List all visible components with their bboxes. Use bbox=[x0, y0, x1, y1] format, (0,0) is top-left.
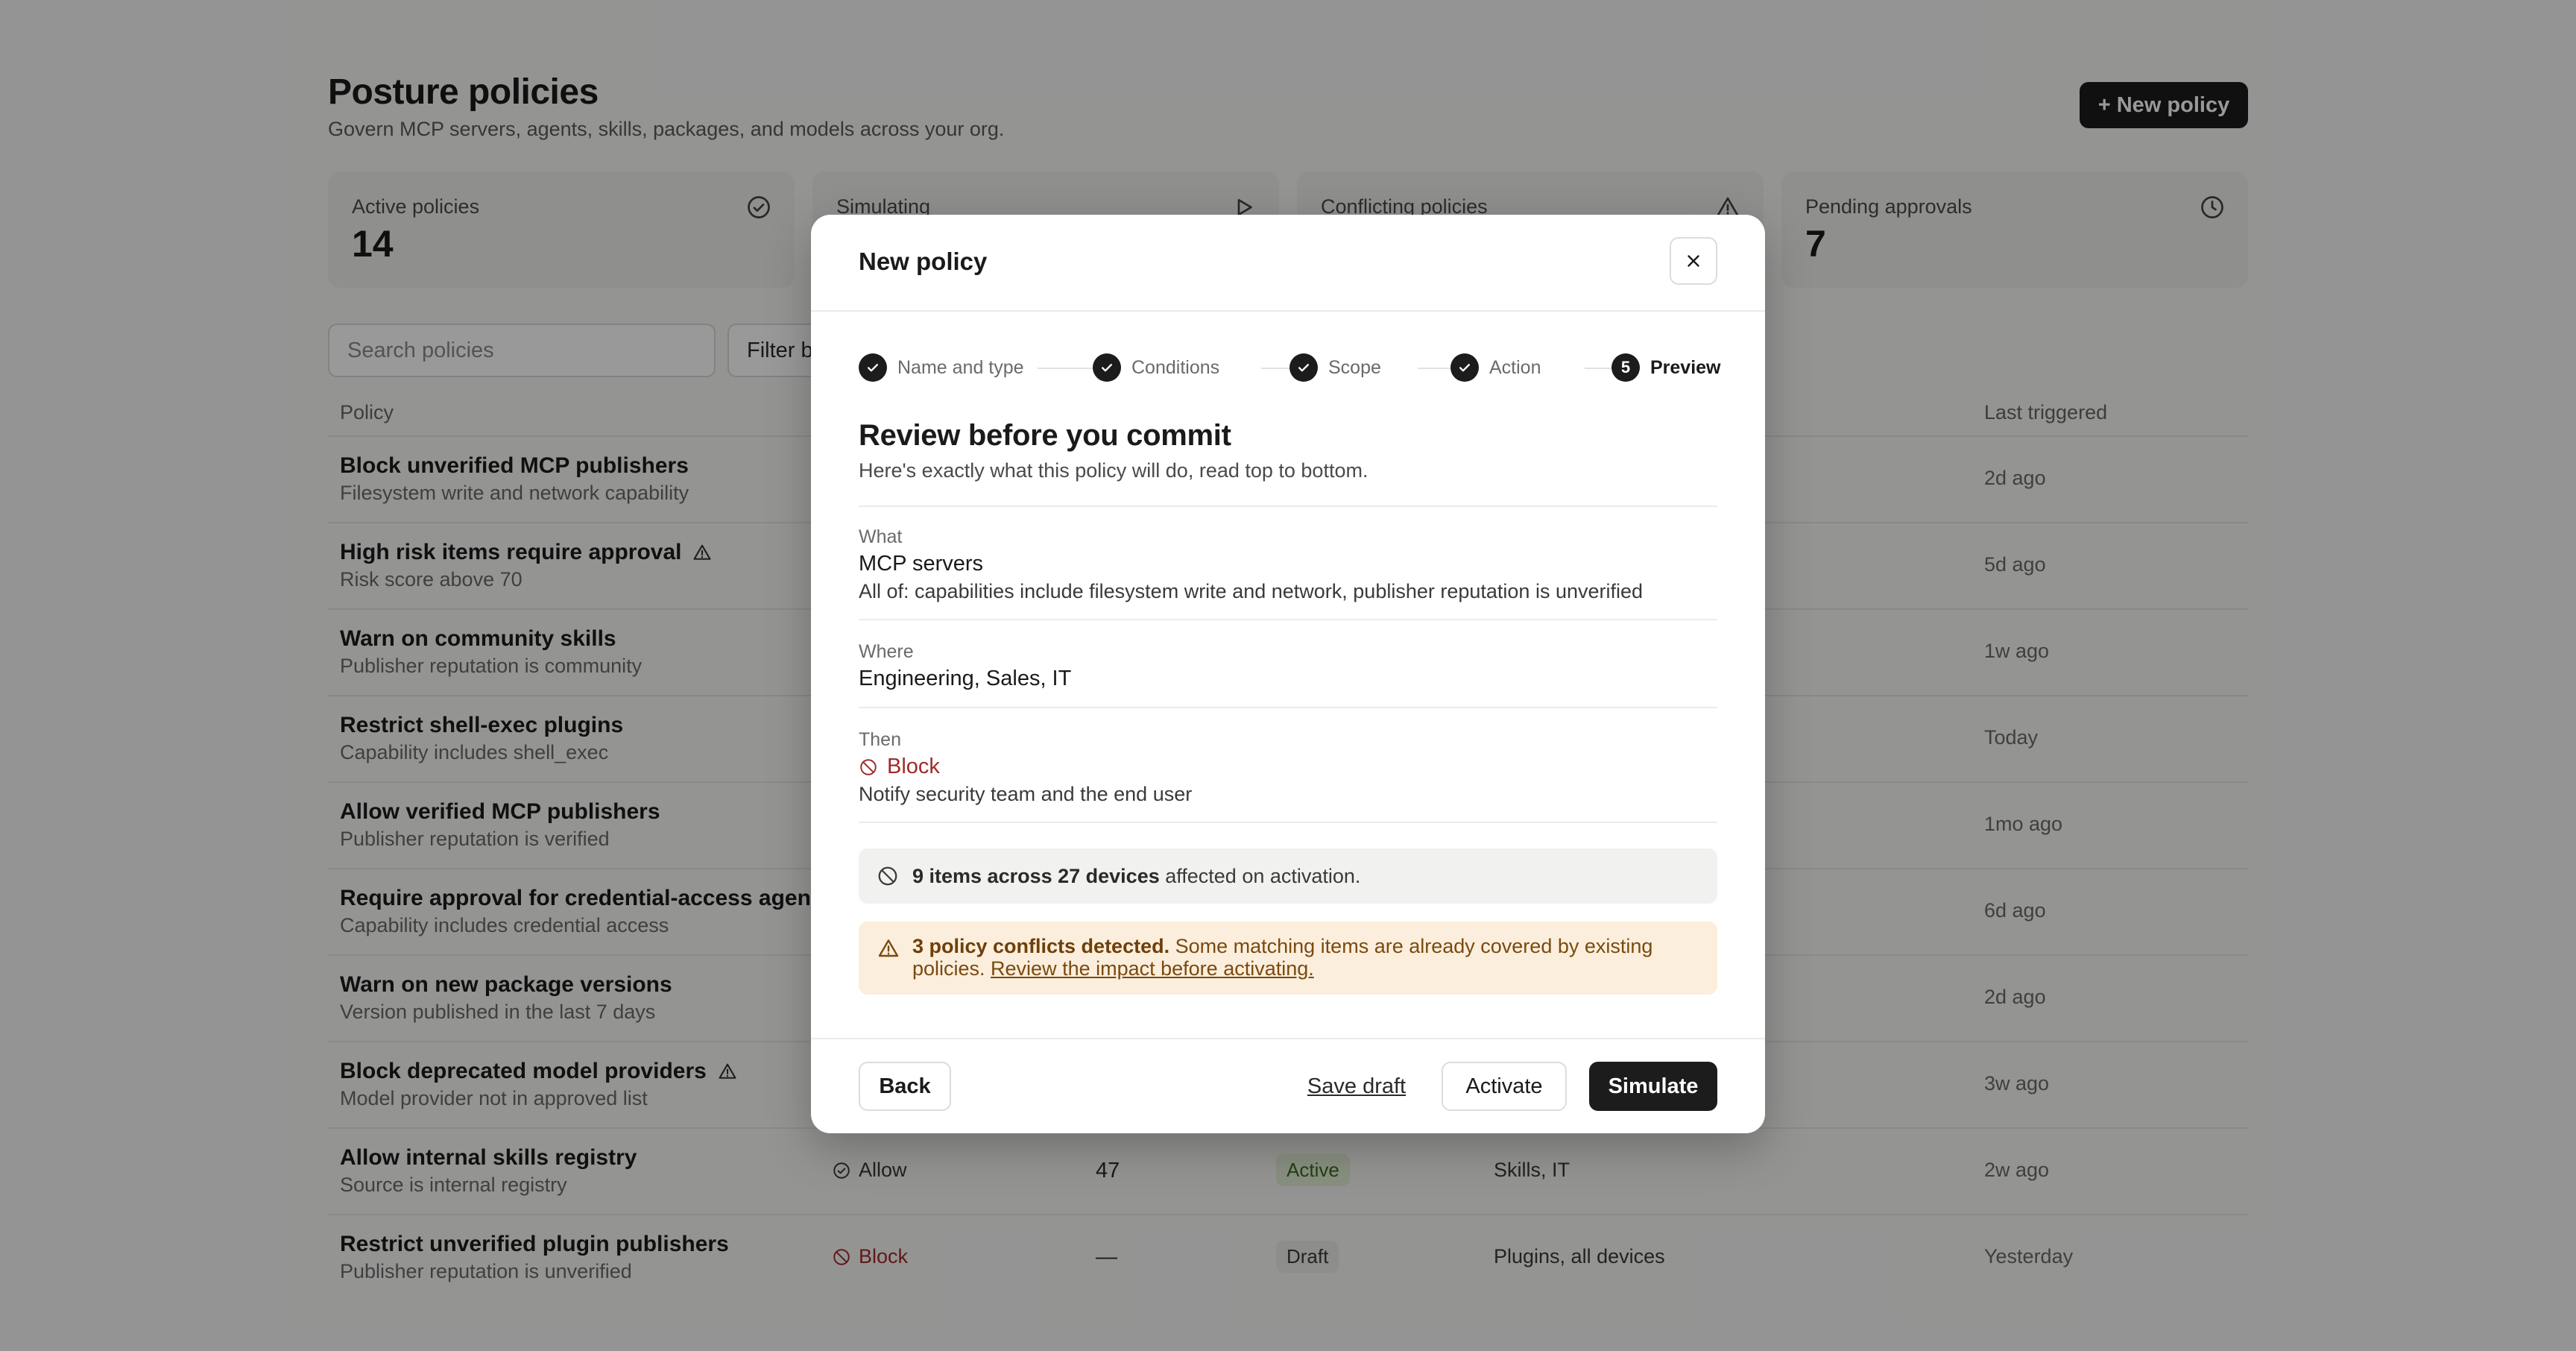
step-label: Name and type bbox=[897, 356, 1024, 378]
step-preview[interactable]: 5 Preview bbox=[1611, 353, 1721, 382]
check-icon bbox=[859, 353, 887, 382]
conflict-count: 3 policy conflicts detected. bbox=[912, 935, 1170, 957]
what-label: What bbox=[859, 526, 903, 547]
then-detail: Notify security team and the end user bbox=[859, 783, 1193, 805]
step-number: 5 bbox=[1611, 353, 1640, 382]
where-value: Engineering, Sales, IT bbox=[859, 667, 1072, 690]
close-button[interactable] bbox=[1670, 237, 1717, 285]
step-scope[interactable]: Scope bbox=[1289, 353, 1381, 382]
divider bbox=[811, 1038, 1765, 1039]
check-icon bbox=[1450, 353, 1479, 382]
step-action[interactable]: Action bbox=[1450, 353, 1541, 382]
step-label: Scope bbox=[1328, 356, 1381, 378]
save-draft-button[interactable]: Save draft bbox=[1301, 1062, 1412, 1111]
back-button[interactable]: Back bbox=[859, 1062, 951, 1111]
divider bbox=[859, 822, 1717, 823]
review-subtitle: Here's exactly what this policy will do,… bbox=[859, 459, 1368, 482]
then-action-label: Block bbox=[887, 755, 940, 778]
what-value: MCP servers bbox=[859, 552, 984, 576]
check-icon bbox=[1093, 353, 1121, 382]
step-connector bbox=[1038, 368, 1096, 369]
step-label: Preview bbox=[1650, 356, 1721, 378]
step-label: Action bbox=[1489, 356, 1541, 378]
step-name-and-type[interactable]: Name and type bbox=[859, 353, 1024, 382]
divider bbox=[859, 707, 1717, 708]
where-label: Where bbox=[859, 641, 914, 662]
review-impact-link[interactable]: Review the impact before activating. bbox=[991, 957, 1314, 980]
activate-button[interactable]: Activate bbox=[1442, 1062, 1567, 1111]
impact-summary: 9 items across 27 devices affected on ac… bbox=[859, 848, 1717, 904]
new-policy-modal: New policy Name and type Conditions Scop… bbox=[811, 215, 1765, 1133]
then-label: Then bbox=[859, 729, 901, 750]
review-title: Review before you commit bbox=[859, 419, 1231, 452]
divider bbox=[811, 310, 1765, 312]
simulate-button[interactable]: Simulate bbox=[1589, 1062, 1717, 1111]
check-icon bbox=[1289, 353, 1318, 382]
conflict-warning: 3 policy conflicts detected. Some matchi… bbox=[859, 922, 1717, 995]
block-icon bbox=[878, 866, 897, 886]
step-conditions[interactable]: Conditions bbox=[1093, 353, 1219, 382]
warning-icon bbox=[878, 939, 899, 957]
then-action: Block bbox=[859, 755, 940, 779]
what-detail: All of: capabilities include filesystem … bbox=[859, 580, 1644, 602]
divider bbox=[859, 619, 1717, 620]
modal-title: New policy bbox=[859, 248, 988, 275]
close-icon bbox=[1688, 255, 1699, 267]
impact-text: affected on activation. bbox=[1159, 864, 1361, 887]
impact-count: 9 items across 27 devices bbox=[912, 864, 1160, 887]
block-icon bbox=[860, 758, 877, 775]
stepper: Name and type Conditions Scope Action 5 … bbox=[859, 353, 1721, 383]
step-label: Conditions bbox=[1131, 356, 1220, 378]
divider bbox=[859, 506, 1717, 507]
